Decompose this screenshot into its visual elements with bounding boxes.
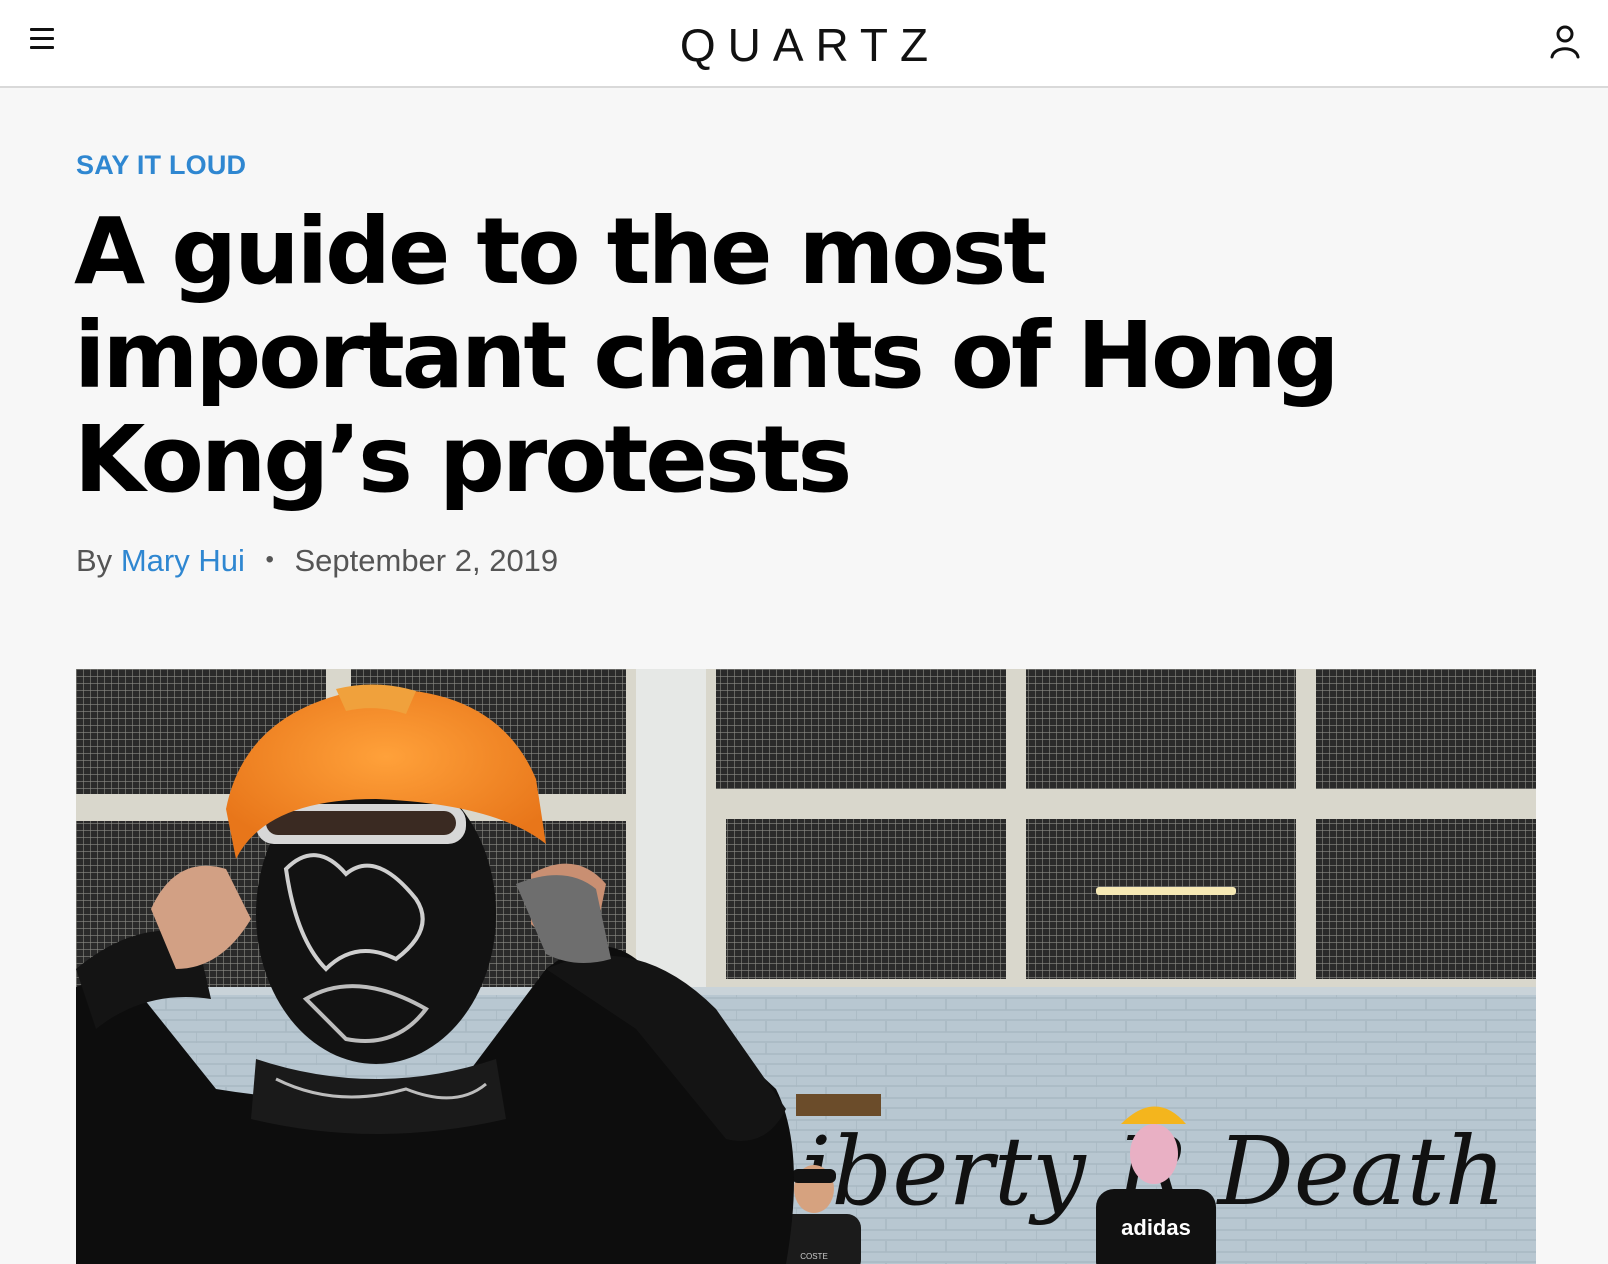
top-navigation-bar: QUARTZ: [0, 0, 1608, 88]
hero-image: iberty R Death COSTE adidas: [76, 669, 1536, 1264]
author-link[interactable]: Mary Hui: [121, 543, 245, 578]
user-account-icon[interactable]: [1548, 24, 1582, 60]
site-logo[interactable]: QUARTZ: [0, 18, 1608, 72]
shirt-logo-text: adidas: [1121, 1215, 1191, 1240]
hero-photo-illustration: iberty R Death COSTE adidas: [76, 669, 1536, 1264]
article-kicker[interactable]: SAY IT LOUD: [76, 150, 246, 181]
byline-prefix: By: [76, 543, 113, 578]
byline-separator: •: [265, 545, 274, 573]
article-headline: A guide to the most important chants of …: [74, 198, 1340, 513]
article-byline: By Mary Hui • September 2, 2019: [76, 543, 558, 579]
cap-text: COSTE: [800, 1252, 828, 1261]
publish-date: September 2, 2019: [294, 543, 559, 578]
